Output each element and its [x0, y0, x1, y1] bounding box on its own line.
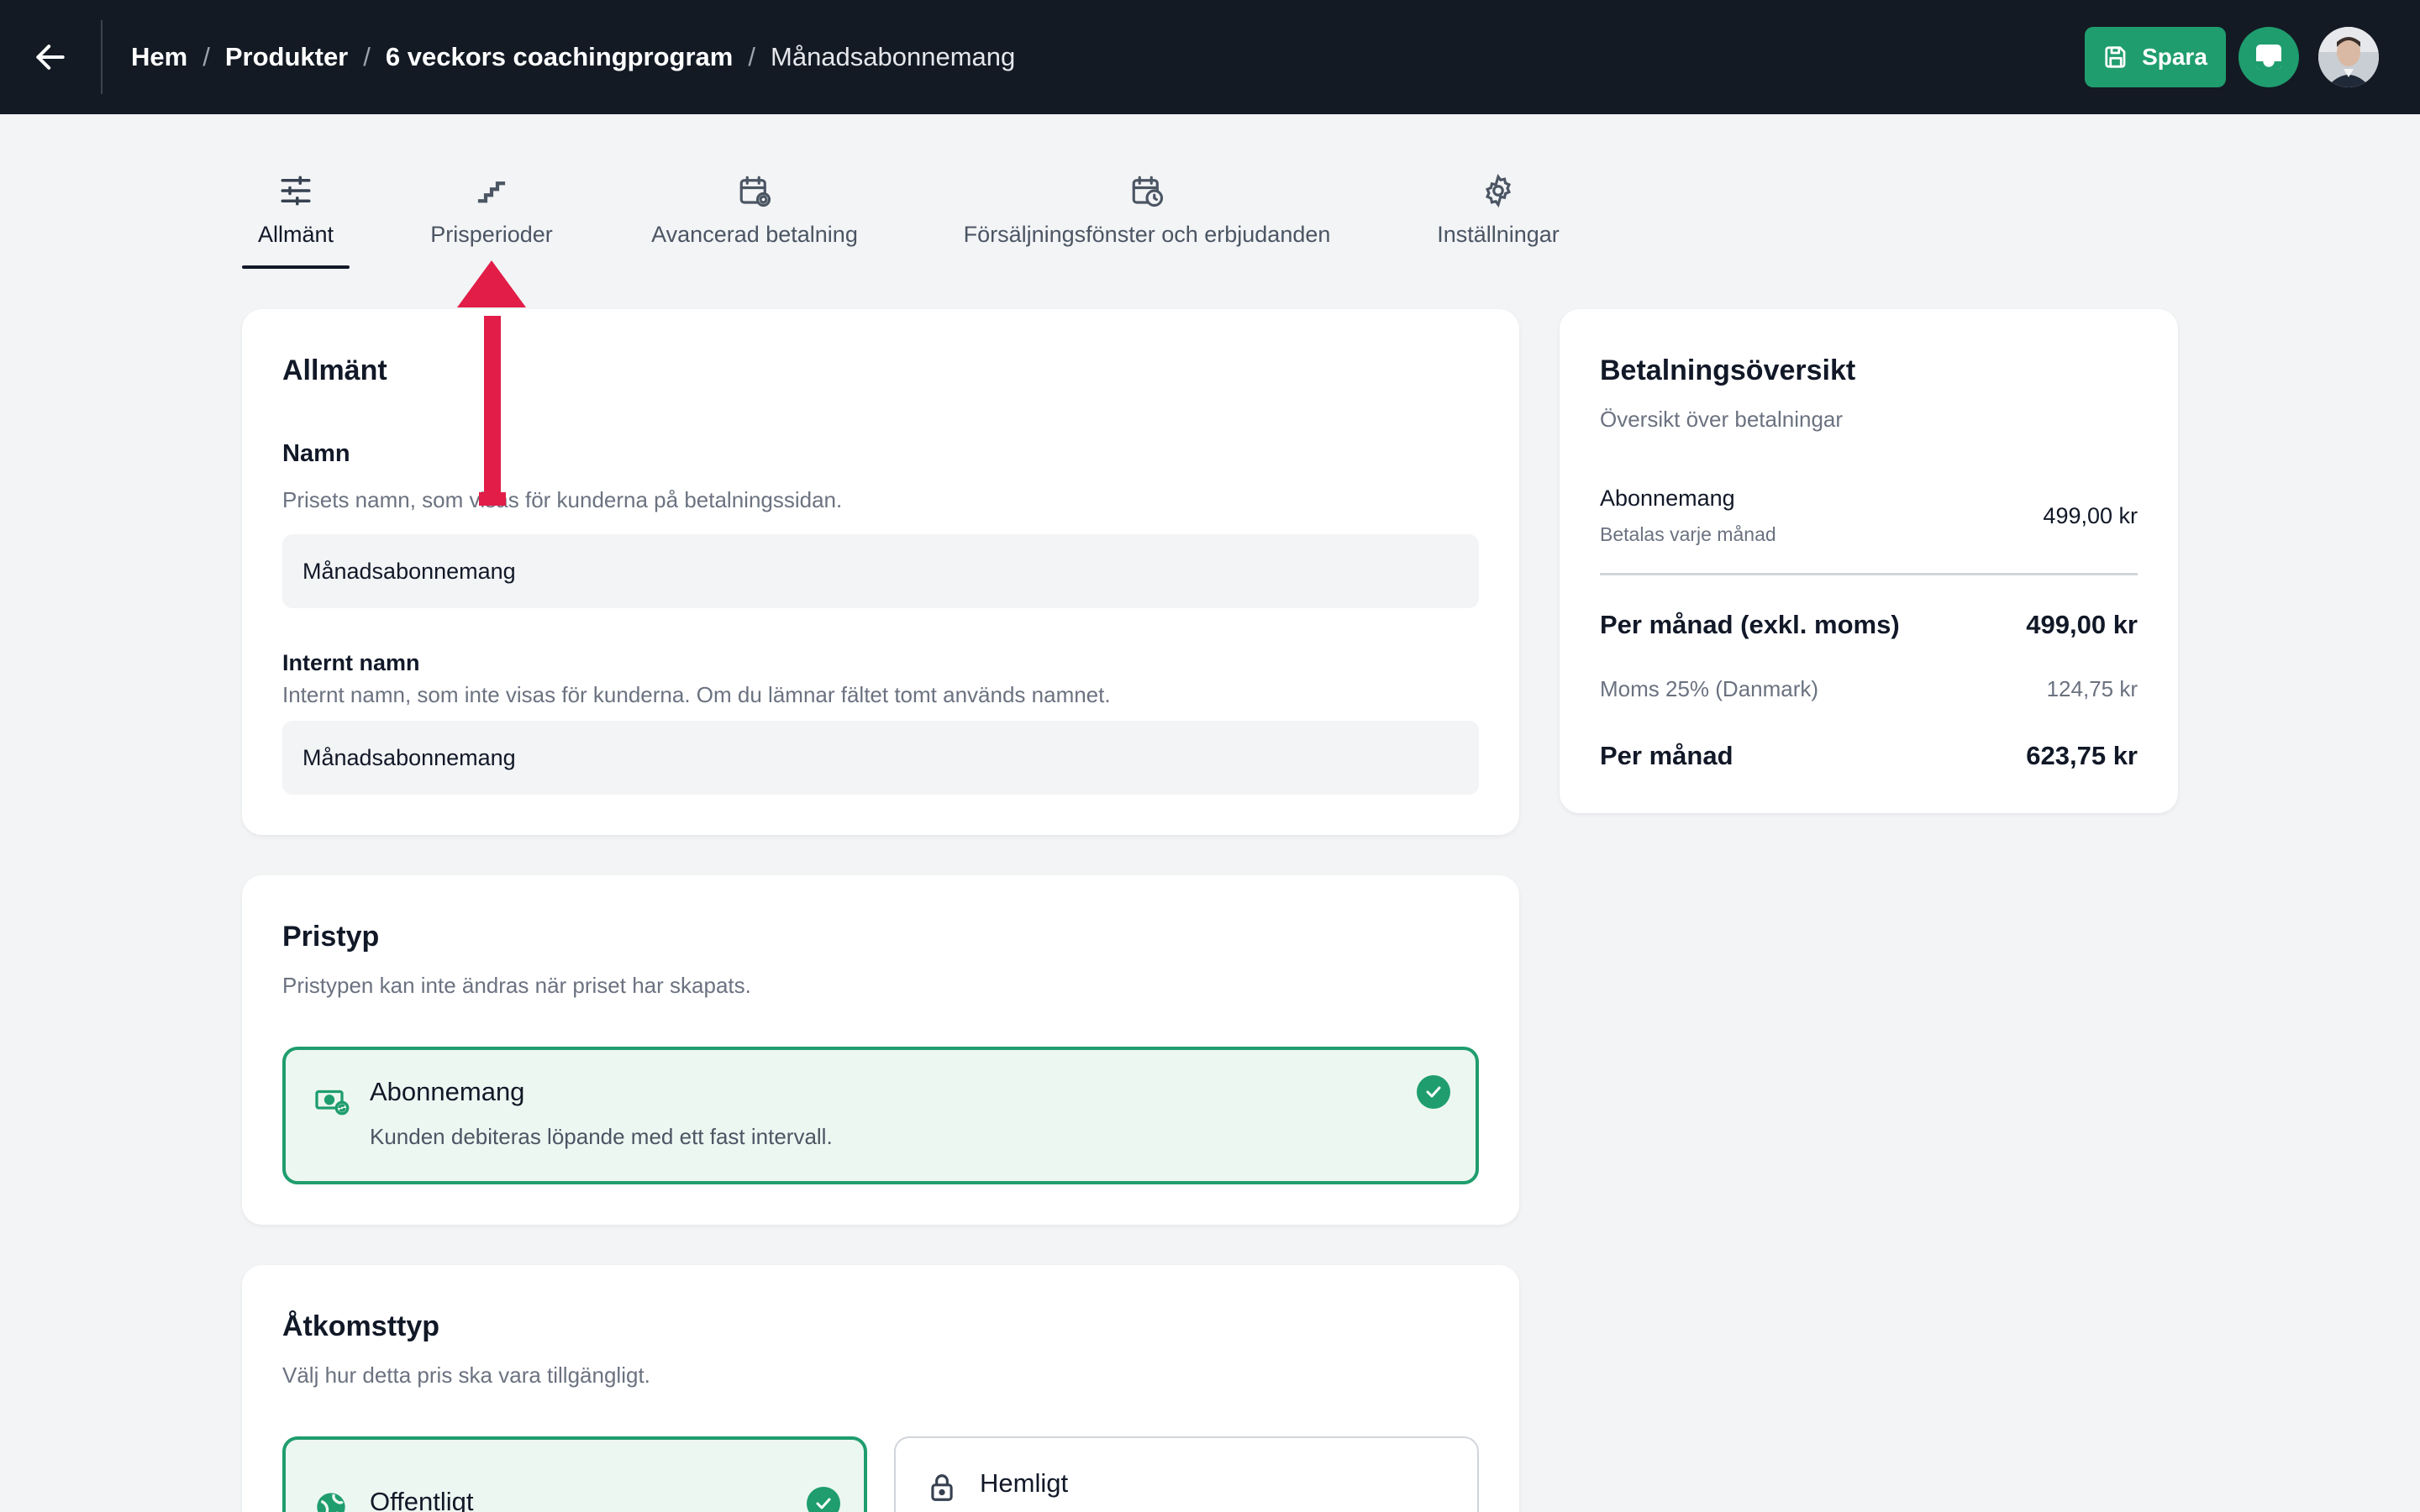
- breadcrumb-separator: /: [363, 42, 371, 71]
- card-description: Välj hur detta pris ska vara tillgänglig…: [282, 1362, 650, 1388]
- summary-row-vat: Moms 25% (Danmark) 124,75 kr: [1600, 672, 2138, 706]
- row-label: Per månad (exkl. moms): [1600, 610, 1900, 639]
- stairs-icon: [477, 181, 506, 203]
- row-value: 623,75 kr: [2026, 741, 2138, 770]
- tab-advanced-payment[interactable]: Avancerad betalning: [640, 171, 869, 281]
- back-button[interactable]: [0, 0, 101, 114]
- card-title: Pristyp: [282, 921, 380, 953]
- access-type-card: Åtkomsttyp Välj hur detta pris ska vara …: [242, 1265, 1519, 1512]
- payment-summary-card: Betalningsöversikt Översikt över betalni…: [1560, 309, 2178, 813]
- gear-icon: [1485, 173, 1512, 208]
- summary-row-excl: Per månad (exkl. moms) 499,00 kr: [1600, 605, 2138, 645]
- money-refresh-icon: [315, 1089, 350, 1116]
- avatar-image: [2318, 27, 2379, 87]
- tab-label: Prisperioder: [430, 222, 553, 247]
- item-price: 499,00 kr: [2043, 502, 2138, 528]
- breadcrumb-separator: /: [748, 42, 755, 71]
- row-value: 124,75 kr: [2046, 675, 2138, 701]
- arrow-left-icon: [36, 45, 65, 70]
- tab-sales-windows[interactable]: Försäljningsfönster och erbjudanden: [951, 171, 1343, 281]
- selected-check-icon: [1417, 1075, 1450, 1109]
- secret-option[interactable]: Hemligt: [894, 1436, 1479, 1512]
- save-button-label: Spara: [2142, 44, 2207, 70]
- name-description: Prisets namn, som visas för kunderna på …: [282, 487, 843, 512]
- tab-bar: Allmänt Prisperioder Avancerad betalning…: [0, 114, 2420, 282]
- tab-label: Försäljningsfönster och erbjudanden: [963, 222, 1331, 247]
- active-tab-indicator: [242, 265, 350, 269]
- card-description: Pristypen kan inte ändras när priset har…: [282, 973, 751, 998]
- card-title: Åtkomsttyp: [282, 1310, 440, 1342]
- selected-check-icon: [807, 1487, 840, 1512]
- tab-settings[interactable]: Inställningar: [1428, 171, 1568, 281]
- annotation-arrow-icon: [457, 260, 526, 506]
- summary-row-total: Per månad 623,75 kr: [1600, 736, 2138, 776]
- breadcrumb: Hem / Produkter / 6 veckors coachingprog…: [131, 42, 1015, 72]
- public-option[interactable]: Offentligt: [282, 1436, 867, 1512]
- subscription-option[interactable]: Abonnemang Kunden debiteras löpande med …: [282, 1047, 1479, 1184]
- tab-label: Inställningar: [1437, 222, 1560, 247]
- row-label: Moms 25% (Danmark): [1600, 675, 1819, 701]
- item-name: Abonnemang: [1600, 486, 1735, 511]
- summary-divider: [1600, 573, 2138, 575]
- name-input[interactable]: [282, 534, 1479, 608]
- option-description: Kunden debiteras löpande med ett fast in…: [370, 1124, 833, 1149]
- row-value: 499,00 kr: [2026, 610, 2138, 639]
- row-label: Per månad: [1600, 741, 1733, 770]
- summary-item-row: Abonnemang Betalas varje månad 499,00 kr: [1600, 482, 2138, 549]
- divider: [101, 20, 103, 94]
- tab-general[interactable]: Allmänt: [244, 171, 348, 281]
- internal-name-description: Internt namn, som inte visas för kundern…: [282, 682, 1111, 707]
- tab-label: Avancerad betalning: [651, 222, 858, 247]
- breadcrumb-products[interactable]: Produkter: [225, 42, 348, 72]
- internal-name-input[interactable]: [282, 721, 1479, 795]
- name-label: Namn: [282, 440, 350, 467]
- breadcrumb-separator: /: [203, 42, 210, 71]
- top-bar: Hem / Produkter / 6 veckors coachingprog…: [0, 0, 2420, 114]
- card-title: Betalningsöversikt: [1600, 354, 1856, 386]
- option-title: Offentligt: [370, 1487, 474, 1512]
- globe-icon: [317, 1493, 345, 1512]
- save-button[interactable]: Spara: [2085, 27, 2226, 87]
- breadcrumb-product[interactable]: 6 veckors coachingprogram: [386, 42, 734, 72]
- inbox-icon: [2256, 45, 2281, 70]
- card-title: Allmänt: [282, 354, 387, 386]
- internal-name-label: Internt namn: [282, 650, 420, 675]
- inbox-button[interactable]: [2238, 27, 2299, 87]
- save-icon: [2105, 46, 2126, 68]
- sliders-icon: [281, 176, 311, 206]
- tab-label: Allmänt: [257, 222, 334, 247]
- calendar-clock-icon: [1132, 176, 1164, 207]
- avatar[interactable]: [2318, 27, 2379, 87]
- general-card: Allmänt Namn Prisets namn, som visas för…: [242, 309, 1519, 835]
- lock-icon: [931, 1474, 953, 1501]
- item-billing: Betalas varje månad: [1600, 523, 1776, 545]
- breadcrumb-current: Månadsabonnemang: [771, 42, 1016, 71]
- option-title: Hemligt: [980, 1468, 1069, 1498]
- option-title: Abonnemang: [370, 1077, 525, 1106]
- price-type-card: Pristyp Pristypen kan inte ändras när pr…: [242, 875, 1519, 1225]
- breadcrumb-home[interactable]: Hem: [131, 42, 187, 72]
- card-subtitle: Översikt över betalningar: [1600, 407, 1844, 432]
- calendar-refresh-icon: [739, 176, 771, 207]
